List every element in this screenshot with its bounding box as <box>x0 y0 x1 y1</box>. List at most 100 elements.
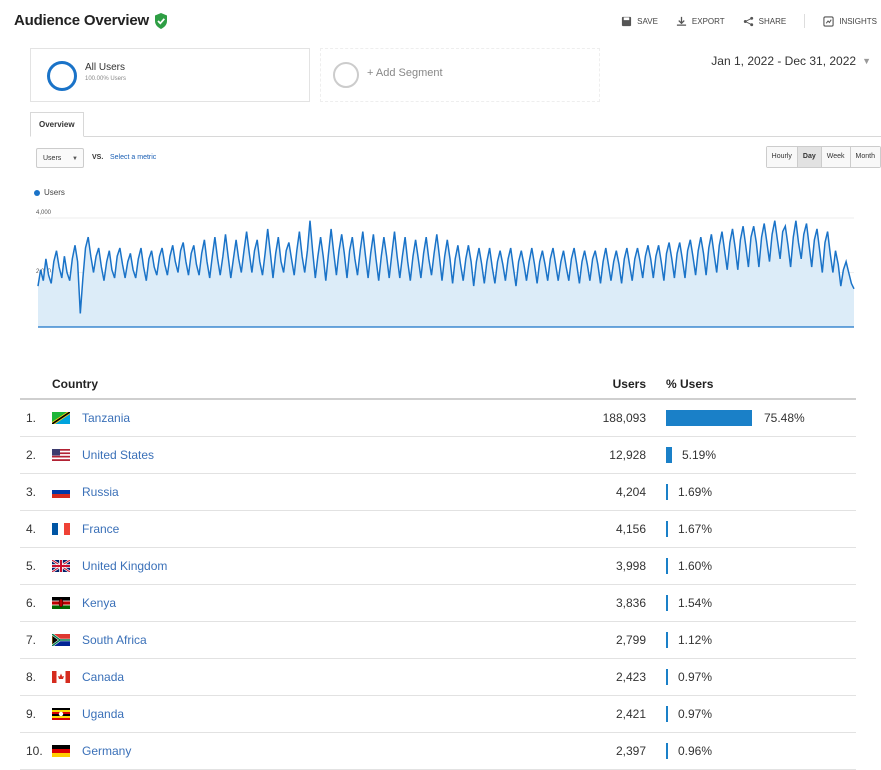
add-segment-ring-icon <box>333 62 359 88</box>
granularity-month[interactable]: Month <box>850 147 880 167</box>
granularity-toggle: Hourly Day Week Month <box>765 146 881 168</box>
granularity-day[interactable]: Day <box>797 147 822 167</box>
germany-flag-icon <box>52 745 70 757</box>
united-kingdom-flag-icon <box>52 560 70 572</box>
audience-overview-panel: Audience Overview SAVE EXPORT SHARE INSI… <box>12 0 881 330</box>
country-link[interactable]: Tanzania <box>82 411 130 425</box>
table-header: Country Users % Users <box>20 368 856 400</box>
country-link[interactable]: Canada <box>82 670 124 684</box>
tab-bar: Overview <box>30 112 881 137</box>
country-link[interactable]: South Africa <box>82 633 147 647</box>
table-row: 1. Tanzania 188,093 75.48% <box>20 400 856 437</box>
tab-overview[interactable]: Overview <box>30 112 84 137</box>
users-value: 2,397 <box>615 744 646 758</box>
export-icon <box>676 16 686 26</box>
export-button[interactable]: EXPORT <box>676 16 725 27</box>
pct-users-value: 0.96% <box>678 744 713 758</box>
country-link[interactable]: France <box>82 522 119 536</box>
pct-users-value: 1.67% <box>678 522 713 536</box>
row-rank: 10. <box>26 744 43 758</box>
date-range-picker[interactable]: Jan 1, 2022 - Dec 31, 2022 ▼ <box>711 54 871 68</box>
row-rank: 3. <box>26 485 37 499</box>
toolbar-divider <box>804 14 806 28</box>
column-header-users[interactable]: Users <box>613 377 646 391</box>
users-value: 2,423 <box>615 670 646 684</box>
segment-ring-icon <box>47 61 77 91</box>
pct-users-value: 1.69% <box>678 485 713 499</box>
segment-percentage: 100.00% Users <box>85 76 127 82</box>
segment-all-users[interactable]: All Users 100.00% Users <box>30 48 310 102</box>
south-africa-flag-icon <box>52 634 70 646</box>
column-header-country[interactable]: Country <box>52 377 98 391</box>
row-rank: 5. <box>26 559 37 573</box>
share-bar <box>666 558 668 574</box>
users-value: 3,998 <box>615 559 646 573</box>
share-label: SHARE <box>758 16 787 26</box>
report-toolbar: SAVE EXPORT SHARE INSIGHTS <box>621 14 877 28</box>
country-link[interactable]: Russia <box>82 485 119 499</box>
title-bar: Audience Overview SAVE EXPORT SHARE INSI… <box>12 6 881 34</box>
granularity-week[interactable]: Week <box>821 147 851 167</box>
share-bar <box>666 484 668 500</box>
pct-users-value: 0.97% <box>678 670 713 684</box>
country-link[interactable]: United Kingdom <box>82 559 167 573</box>
russia-flag-icon <box>52 486 70 498</box>
metric-dropdown[interactable]: Users ▼ <box>36 148 84 168</box>
insights-icon <box>823 15 834 27</box>
row-rank: 8. <box>26 670 37 684</box>
date-range-label: Jan 1, 2022 - Dec 31, 2022 <box>711 54 857 68</box>
add-segment-button[interactable]: + Add Segment <box>320 48 600 102</box>
share-bar <box>666 632 668 648</box>
share-bar <box>666 706 668 722</box>
metric-dropdown-value: Users <box>43 155 62 162</box>
select-metric-link[interactable]: Select a metric <box>110 154 156 161</box>
table-row: 4. France 4,156 1.67% <box>20 511 856 548</box>
chevron-down-icon: ▼ <box>862 56 871 66</box>
chart-plot <box>37 217 855 328</box>
granularity-hourly[interactable]: Hourly <box>766 147 798 167</box>
users-value: 4,156 <box>615 522 646 536</box>
table-row: 3. Russia 4,204 1.69% <box>20 474 856 511</box>
pct-users-value: 1.12% <box>678 633 713 647</box>
users-value: 4,204 <box>615 485 646 499</box>
save-label: SAVE <box>637 16 658 26</box>
country-link[interactable]: United States <box>82 448 154 462</box>
row-rank: 9. <box>26 707 37 721</box>
segment-name: All Users <box>85 62 126 73</box>
row-rank: 2. <box>26 448 37 462</box>
country-link[interactable]: Germany <box>82 744 131 758</box>
share-bar <box>666 447 672 463</box>
insights-label: INSIGHTS <box>839 16 877 26</box>
column-header-pct-users[interactable]: % Users <box>666 377 713 391</box>
save-button[interactable]: SAVE <box>621 16 658 27</box>
uganda-flag-icon <box>52 708 70 720</box>
canada-flag-icon <box>52 671 70 683</box>
save-icon <box>622 16 632 26</box>
users-value: 3,836 <box>615 596 646 610</box>
pct-users-value: 1.54% <box>678 596 713 610</box>
pct-users-value: 5.19% <box>682 448 717 462</box>
export-label: EXPORT <box>691 16 725 26</box>
users-value: 188,093 <box>602 411 646 425</box>
insights-button[interactable]: INSIGHTS <box>823 15 877 27</box>
vs-label: VS. <box>92 154 104 161</box>
chevron-down-icon: ▼ <box>72 156 78 162</box>
page-title: Audience Overview <box>14 12 149 29</box>
table-row: 5. United Kingdom 3,998 1.60% <box>20 548 856 585</box>
kenya-flag-icon <box>52 597 70 609</box>
users-line-chart: Users 4,000 2,000 <box>12 180 881 330</box>
row-rank: 1. <box>26 411 37 425</box>
table-row: 7. South Africa 2,799 1.12% <box>20 622 856 659</box>
share-bar <box>666 521 668 537</box>
share-button[interactable]: SHARE <box>743 16 787 27</box>
united-states-flag-icon <box>52 449 70 461</box>
users-value: 2,799 <box>615 633 646 647</box>
country-link[interactable]: Uganda <box>82 707 124 721</box>
users-value: 2,421 <box>615 707 646 721</box>
country-link[interactable]: Kenya <box>82 596 116 610</box>
metric-controls: Users ▼ VS. Select a metric Hourly Day W… <box>30 146 881 172</box>
share-bar <box>666 595 668 611</box>
row-rank: 6. <box>26 596 37 610</box>
table-row: 10. Germany 2,397 0.96% <box>20 733 856 770</box>
share-bar <box>666 410 752 426</box>
